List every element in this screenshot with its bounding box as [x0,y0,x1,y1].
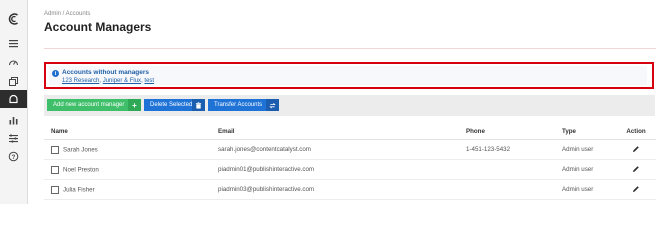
accounts-icon[interactable] [0,90,27,108]
toolbar: Add new account manager + Delete Selecte… [44,95,655,116]
edit-icon[interactable] [632,165,640,173]
accounts-without-managers-alert: i Accounts without managers 123 Research… [44,62,654,89]
info-icon: i [52,70,59,77]
main-content: Admin / Accounts Account Managers i Acco… [27,0,670,204]
email-cell: sarah.jones@contentcatalyst.com [211,139,459,160]
transfer-icon [266,99,279,111]
help-icon[interactable]: ? [0,147,27,165]
settings-list-icon[interactable] [0,129,27,147]
manager-name: Sarah Jones [63,146,98,154]
add-button-label: Add new account manager [53,102,125,108]
phone-cell [459,159,555,180]
account-link[interactable]: 123 Research [62,78,99,84]
phone-cell [459,179,555,200]
column-header-phone[interactable]: Phone [459,124,555,140]
pages-icon[interactable] [0,72,27,90]
delete-selected-button[interactable]: Delete Selected [144,99,205,111]
table-row: Noel Preston piadmin01@publishinteractiv… [44,159,656,180]
add-account-manager-button[interactable]: Add new account manager + [47,99,141,111]
account-link[interactable]: test [144,78,154,84]
table-row: Julia Fisher piadmin03@publishinteractiv… [44,179,656,200]
menu-icon[interactable] [0,34,27,52]
svg-text:?: ? [12,155,16,161]
plus-icon: + [128,99,141,111]
phone-cell: 1-451-123-5432 [459,139,555,160]
transfer-button-label: Transfer Accounts [214,102,263,108]
account-managers-table: Name Email Phone Type Action Sarah Jones… [44,124,656,200]
action-cell [616,139,656,160]
table-header: Name Email Phone Type Action [44,124,656,140]
analytics-icon[interactable] [0,111,27,129]
row-checkbox[interactable] [51,145,59,154]
edit-icon[interactable] [632,145,640,153]
row-checkbox[interactable] [51,165,59,174]
page-title: Account Managers [44,20,152,34]
account-link[interactable]: Juniper & Flux [103,78,141,84]
type-cell: Admin user [555,159,616,180]
email-cell: piadmin01@publishinteractive.com [211,159,459,180]
sidebar: ? [0,0,28,204]
table-row: Sarah Jones sarah.jones@contentcatalyst.… [44,139,656,160]
delete-button-label: Delete Selected [150,102,193,108]
alert-body: i Accounts without managers 123 Research… [49,66,647,85]
transfer-accounts-button[interactable]: Transfer Accounts [208,99,279,111]
breadcrumb: Admin / Accounts [44,11,91,17]
name-cell: Julia Fisher [44,179,211,200]
alert-links: 123 Research, Juniper & Flux, test [62,78,154,84]
action-cell [616,159,656,180]
action-cell [616,179,656,200]
column-header-name[interactable]: Name [44,124,211,140]
name-cell: Noel Preston [44,159,211,180]
divider [44,48,656,49]
column-header-type[interactable]: Type [555,124,616,140]
logo-icon[interactable] [0,6,27,32]
row-checkbox[interactable] [51,185,59,194]
name-cell: Sarah Jones [44,139,211,160]
column-header-action: Action [616,124,656,140]
column-header-email[interactable]: Email [211,124,459,140]
manager-name: Julia Fisher [63,186,95,194]
edit-icon[interactable] [632,185,640,193]
dashboard-icon[interactable] [0,53,27,71]
type-cell: Admin user [555,179,616,200]
type-cell: Admin user [555,139,616,160]
trash-icon [192,99,205,111]
alert-title: Accounts without managers [62,69,150,76]
email-cell: piadmin03@publishinteractive.com [211,179,459,200]
manager-name: Noel Preston [63,166,99,174]
